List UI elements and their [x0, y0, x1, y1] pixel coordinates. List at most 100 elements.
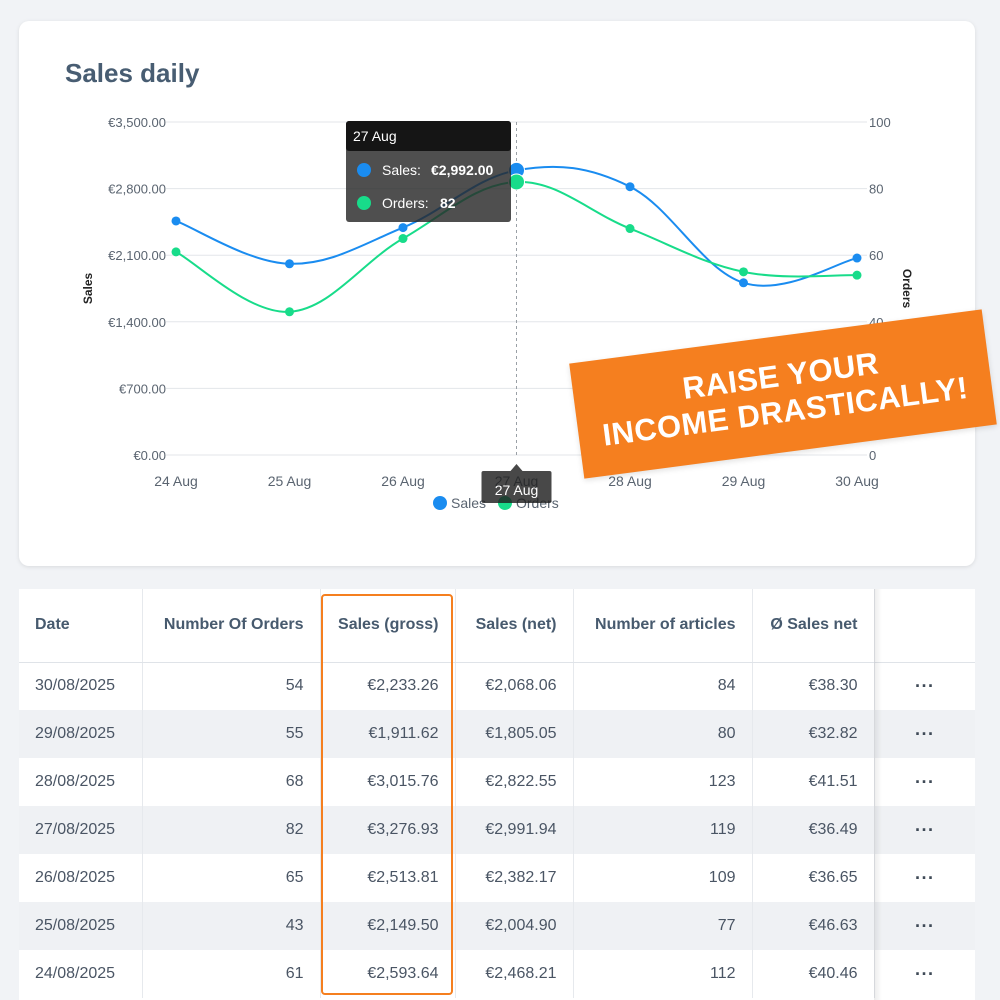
orders-point[interactable] [398, 234, 408, 244]
x-tick-label: 26 Aug [381, 473, 425, 489]
orders-point[interactable] [852, 270, 862, 280]
y-tick-label: €2,100.00 [108, 248, 166, 263]
cell-sales-net: €2,991.94 [455, 806, 574, 854]
sales-table: Date Number Of Orders Sales (gross) Sale… [19, 589, 975, 998]
row-actions-menu-icon[interactable]: ··· [874, 902, 975, 950]
y2-tick-label: 80 [869, 182, 883, 197]
cell-date: 24/08/2025 [19, 950, 143, 998]
cell-sales-net: €2,068.06 [455, 662, 574, 710]
legend-sales-label[interactable]: Sales [451, 495, 486, 511]
x-tick-label: 29 Aug [722, 473, 766, 489]
cell-sales-gross: €2,513.81 [320, 854, 456, 902]
sales-point[interactable] [171, 216, 181, 226]
orders-point[interactable] [625, 224, 635, 234]
cell-sales-gross: €2,233.26 [320, 662, 456, 710]
y-tick-label: €1,400.00 [108, 315, 166, 330]
cell-orders: 54 [142, 662, 321, 710]
cell-date: 30/08/2025 [19, 662, 143, 710]
cell-avg-sales-net: €36.65 [752, 854, 875, 902]
cell-avg-sales-net: €46.63 [752, 902, 875, 950]
cell-date: 27/08/2025 [19, 806, 143, 854]
cell-articles: 119 [573, 806, 753, 854]
y-tick-label: €3,500.00 [108, 115, 166, 130]
x-hover-label-text: 27 Aug [495, 482, 539, 498]
cell-sales-gross: €3,276.93 [320, 806, 456, 854]
cell-sales-net: €1,805.05 [455, 710, 574, 758]
cell-orders: 61 [142, 950, 321, 998]
column-header-sales-gross[interactable]: Sales (gross) [320, 589, 456, 663]
column-header-articles[interactable]: Number of articles [573, 589, 753, 663]
cell-date: 26/08/2025 [19, 854, 143, 902]
table-row[interactable]: 24/08/2025 61 €2,593.64 €2,468.21 112 €40.46 ·… [19, 950, 975, 998]
sales-point[interactable] [285, 259, 294, 269]
sales-point[interactable] [852, 253, 862, 263]
cell-sales-net: €2,382.17 [455, 854, 574, 902]
table-row[interactable]: 29/08/2025 55 €1,911.62 €1,805.05 80 €32.82 ··… [19, 710, 975, 758]
row-actions-menu-icon[interactable]: ··· [874, 710, 975, 758]
cell-avg-sales-net: €41.51 [752, 758, 875, 806]
legend-sales-marker [433, 496, 447, 510]
orders-point[interactable] [171, 247, 181, 257]
table-row[interactable]: 27/08/2025 82 €3,276.93 €2,991.94 119 €36.49 ·… [19, 806, 975, 854]
x-tick-label: 25 Aug [268, 473, 312, 489]
column-header-sales-net[interactable]: Sales (net) [455, 589, 574, 663]
cell-avg-sales-net: €40.46 [752, 950, 875, 998]
tooltip-sales-marker [357, 163, 371, 177]
column-header-date[interactable]: Date [19, 589, 143, 663]
table-header-row: Date Number Of Orders Sales (gross) Sale… [19, 589, 975, 663]
cell-sales-gross: €2,149.50 [320, 902, 456, 950]
orders-point[interactable] [739, 267, 748, 277]
column-header-avg-sales-net[interactable]: Ø Sales net [752, 589, 875, 663]
cell-articles: 112 [573, 950, 753, 998]
sales-line-chart[interactable]: €0.00 €700.00 €1,400.00 €2,100.00 €2,800.00 €… [19, 21, 975, 566]
y-tick-label: €0.00 [133, 448, 166, 463]
orders-point[interactable] [285, 307, 294, 317]
tooltip-sales-label: Sales: [382, 162, 421, 178]
cell-date: 28/08/2025 [19, 758, 143, 806]
x-hover-label-arrow [510, 464, 523, 471]
y-tick-label: €700.00 [119, 381, 166, 396]
cell-sales-net: €2,468.21 [455, 950, 574, 998]
sales-point[interactable] [739, 278, 748, 288]
cell-avg-sales-net: €32.82 [752, 710, 875, 758]
cell-sales-gross: €3,015.76 [320, 758, 456, 806]
x-tick-label: 28 Aug [608, 473, 652, 489]
y-tick-label: €2,800.00 [108, 182, 166, 197]
table-row[interactable]: 28/08/2025 68 €3,015.76 €2,822.55 123 €41.51 ·… [19, 758, 975, 806]
cell-orders: 65 [142, 854, 321, 902]
sales-point[interactable] [398, 223, 408, 233]
row-actions-menu-icon[interactable]: ··· [874, 758, 975, 806]
cell-articles: 109 [573, 854, 753, 902]
table-row[interactable]: 25/08/2025 43 €2,149.50 €2,004.90 77 €46.63 ··… [19, 902, 975, 950]
cell-articles: 77 [573, 902, 753, 950]
chart-tooltip: 27 Aug Sales: €2,992.00 Orders: 82 [346, 121, 511, 222]
y-axis-label: Sales [81, 272, 95, 304]
column-header-orders[interactable]: Number Of Orders [142, 589, 321, 663]
y2-axis-label: Orders [900, 269, 914, 309]
cell-sales-gross: €2,593.64 [320, 950, 456, 998]
y2-tick-label: 100 [869, 115, 891, 130]
table-row[interactable]: 26/08/2025 65 €2,513.81 €2,382.17 109 €36.65 ·… [19, 854, 975, 902]
cell-avg-sales-net: €38.30 [752, 662, 875, 710]
sales-table-container: Date Number Of Orders Sales (gross) Sale… [19, 589, 975, 1000]
row-actions-menu-icon[interactable]: ··· [874, 662, 975, 710]
cell-sales-net: €2,822.55 [455, 758, 574, 806]
tooltip-orders-label: Orders: [382, 195, 429, 211]
tooltip-orders-marker [357, 196, 371, 210]
cell-orders: 68 [142, 758, 321, 806]
tooltip-title: 27 Aug [353, 128, 397, 144]
table-row[interactable]: 30/08/2025 54 €2,233.26 €2,068.06 84 €38.30 ··… [19, 662, 975, 710]
x-tick-label: 24 Aug [154, 473, 198, 489]
x-tick-label: 30 Aug [835, 473, 879, 489]
cell-sales-net: €2,004.90 [455, 902, 574, 950]
tooltip-orders-value: 82 [440, 195, 456, 211]
cell-articles: 84 [573, 662, 753, 710]
sales-point[interactable] [625, 182, 635, 192]
cell-orders: 82 [142, 806, 321, 854]
row-actions-menu-icon[interactable]: ··· [874, 854, 975, 902]
sales-chart-card: Sales daily €0.00 €700.00 €1,400.00 €2,100.… [19, 21, 975, 566]
row-actions-menu-icon[interactable]: ··· [874, 950, 975, 998]
row-actions-menu-icon[interactable]: ··· [874, 806, 975, 854]
cell-orders: 43 [142, 902, 321, 950]
column-header-actions [874, 589, 975, 663]
